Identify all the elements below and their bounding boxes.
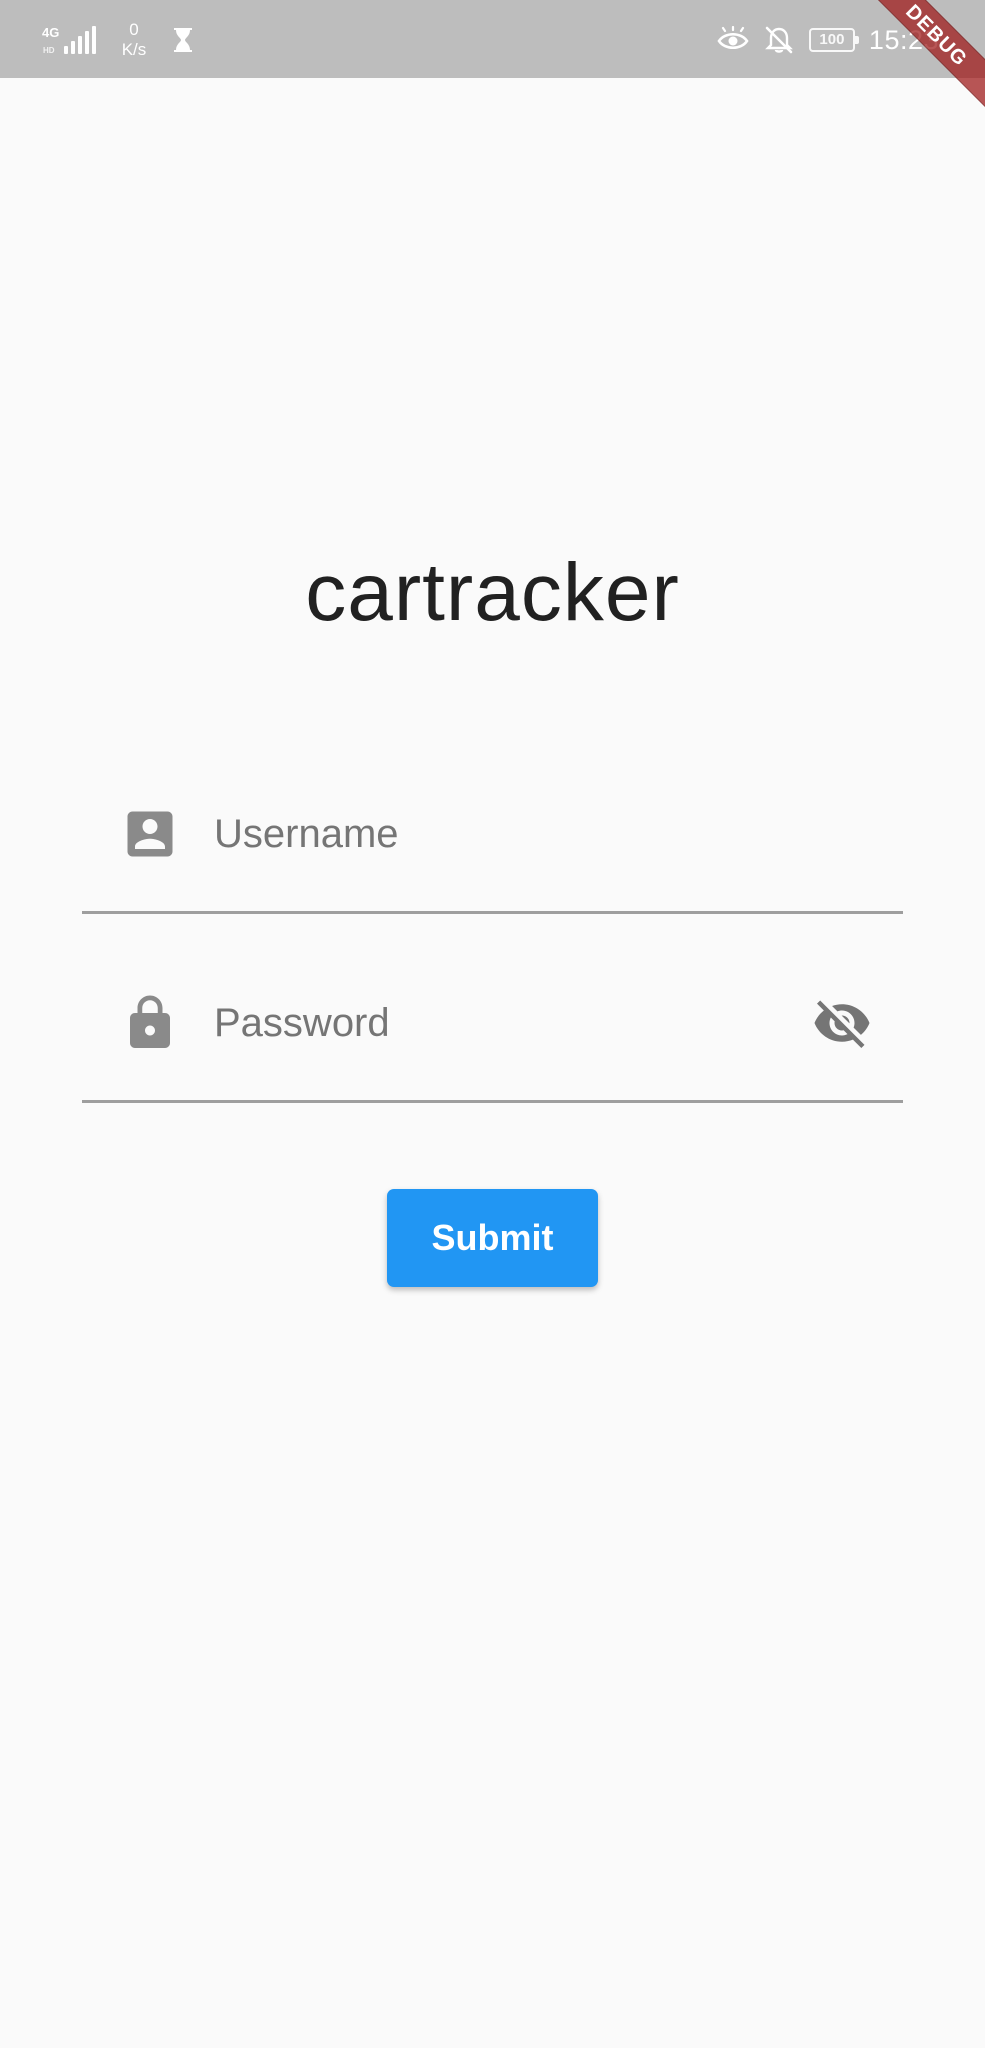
login-screen: 4G HD 0 K/s 100 15:23 DEBUG cartracker U… [0, 0, 985, 2048]
signal-strength-icon [64, 26, 96, 54]
network-type-label: 4G [42, 25, 60, 40]
battery-icon: 100 [808, 28, 859, 52]
lock-icon [130, 995, 170, 1048]
status-bar-left: 4G HD 0 K/s [42, 18, 194, 62]
eye-comfort-icon [717, 26, 749, 50]
password-input[interactable] [214, 993, 774, 1053]
submit-button[interactable]: Submit [387, 1189, 598, 1287]
app-title: cartracker [305, 547, 680, 638]
network-speed-value: 0 [129, 20, 139, 39]
network-sub-label: HD [43, 46, 55, 55]
username-field[interactable] [82, 804, 903, 914]
visibility-off-icon[interactable] [811, 993, 873, 1053]
network-type: 4G HD [42, 22, 62, 58]
network-speed: 0 K/s [114, 20, 154, 60]
network-speed-unit: K/s [121, 40, 147, 59]
hourglass-icon [174, 28, 192, 52]
password-field[interactable] [82, 993, 903, 1103]
username-input[interactable] [214, 804, 774, 864]
status-bar: 4G HD 0 K/s 100 15:23 [0, 0, 985, 78]
bell-off-icon [765, 26, 793, 54]
account-box-icon [127, 811, 173, 857]
